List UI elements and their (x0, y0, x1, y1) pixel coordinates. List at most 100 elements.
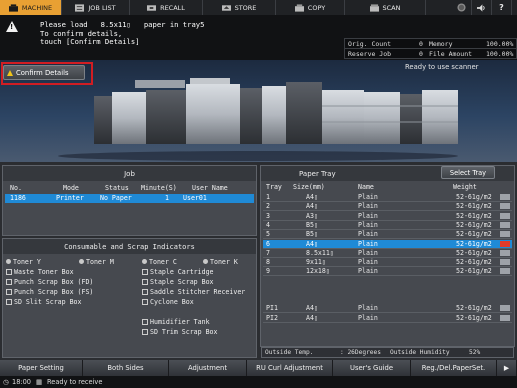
indicator-toner-c: Toner C (142, 257, 177, 266)
paper-level-icon (500, 268, 510, 275)
file-amount-value: 100.00% (486, 50, 514, 58)
tray-size: B5▯ (306, 230, 318, 239)
message-line: touch [Confirm Details] (40, 37, 140, 47)
outside-humidity-label: Outside Humidity (390, 349, 450, 356)
tray-weight: 52-61g/m2 (456, 193, 492, 201)
tray-row[interactable]: 9 12x18▯ Plain 52-61g/m2 (263, 267, 512, 277)
tray-row[interactable]: 6 A4▯ Plain 52-61g/m2 (263, 239, 512, 249)
paper-level-icon (500, 314, 510, 321)
tab-label: STORE (234, 3, 257, 12)
tray-size: 9x11▯ (306, 258, 326, 267)
tray-row[interactable]: 2 A4▯ Plain 52-61g/m2 (263, 202, 512, 212)
indicator-sd-slit: SD Slit Scrap Box (6, 297, 82, 306)
tab-recall[interactable]: RECALL (130, 0, 203, 15)
machine-icon (8, 3, 18, 12)
tray-weight: 52-61g/m2 (456, 230, 492, 239)
indicator-punch-fs: Punch Scrap Box (FS) (6, 287, 93, 296)
scrap-box-icon (142, 328, 148, 335)
ru-curl-adjustment-button[interactable]: RU Curl Adjustment (247, 360, 333, 376)
tray-weight: 52-61g/m2 (456, 202, 492, 211)
indicator-label: Toner Y (13, 257, 41, 266)
tray-column-headers: Tray Size(mm) Name Weight (266, 183, 511, 192)
tab-copy[interactable]: COPY (276, 0, 345, 15)
job-row[interactable]: 1186 Printer No Paper 1 User01 (5, 194, 254, 203)
indicator-label: Punch Scrap Box (FS) (14, 287, 94, 296)
reg-del-paperset-button[interactable]: Reg./Del.PaperSet. (411, 360, 497, 376)
tray-number: 5 (266, 230, 270, 239)
tray-row[interactable]: 7 8.5x11▯ Plain 52-61g/m2 (263, 249, 512, 258)
indicator-label: Toner C (149, 257, 177, 266)
tab-label: RECALL (160, 3, 185, 12)
tray-paper-name: Plain (358, 248, 378, 257)
tab-store[interactable]: STORE (203, 0, 276, 15)
col-no: No. (10, 184, 22, 192)
orig-count-value: 0 (419, 39, 423, 48)
paper-level-icon (500, 203, 510, 210)
col-weight: Weight (453, 183, 477, 191)
paper-level-icon (500, 259, 510, 266)
button-label: Adjustment (187, 364, 228, 372)
status-bar: ◷ 18:00 ▦ Ready to receive (0, 376, 517, 388)
tray-weight: 52-61g/m2 (456, 220, 492, 229)
confirm-details-button[interactable]: Confirm Details (3, 65, 85, 80)
tab-spacer (426, 0, 452, 15)
punch-icon (6, 288, 12, 295)
tray-row[interactable]: PI1 A4▯ Plain 52-61g/m2 (263, 304, 512, 313)
volume-button[interactable] (472, 0, 492, 15)
tray-size: B5▯ (306, 220, 318, 229)
globe-icon (457, 3, 466, 12)
clock-icon: ◷ (3, 378, 9, 386)
tray-weight: 52-61g/m2 (456, 211, 492, 220)
tab-label: COPY (307, 3, 326, 12)
select-tray-button[interactable]: Select Tray (441, 166, 495, 179)
tab-scan[interactable]: SCAN (345, 0, 426, 15)
select-tray-label: Select Tray (449, 168, 487, 177)
indicator-sd-trim: SD Trim Scrap Box (142, 327, 218, 336)
indicator-label: Staple Scrap Box (150, 277, 214, 286)
paper-level-icon (500, 212, 510, 219)
tray-row[interactable]: 5 B5▯ Plain 52-61g/m2 (263, 230, 512, 240)
tray-size: A4▯ (306, 313, 318, 322)
tray-paper-name: Plain (358, 230, 378, 239)
tray-number: 6 (266, 239, 270, 248)
indicator-label: Waste Toner Box (14, 267, 74, 276)
tray-paper-name: Plain (358, 211, 378, 220)
button-label: RU Curl Adjustment (256, 364, 323, 372)
indicator-waste-toner: Waste Toner Box (6, 267, 74, 276)
tray-number: PI2 (266, 313, 278, 322)
help-button[interactable]: ? (492, 0, 512, 15)
tray-number: 2 (266, 202, 270, 211)
warning-icon (7, 69, 13, 76)
adjustment-button[interactable]: Adjustment (169, 360, 247, 376)
users-guide-button[interactable]: User's Guide (333, 360, 411, 376)
reserve-job-value: 0 (419, 50, 423, 58)
indicator-humidifier: Humidifier Tank (142, 317, 210, 326)
tray-row[interactable]: 4 B5▯ Plain 52-61g/m2 (263, 221, 512, 230)
job-user: User01 (183, 194, 207, 202)
tray-number: 1 (266, 193, 270, 201)
paper-level-icon (500, 194, 510, 200)
indicator-staple-scrap: Staple Scrap Box (142, 277, 214, 286)
volume-icon (477, 3, 485, 12)
outside-temp-value: : 26Degrees (340, 349, 381, 356)
staple-icon (142, 278, 148, 285)
outside-conditions: Outside Temp. : 26Degrees Outside Humidi… (261, 347, 514, 358)
next-page-button[interactable]: ▶ (497, 360, 517, 376)
tray-row[interactable]: 8 9x11▯ Plain 52-61g/m2 (263, 258, 512, 268)
tray-row[interactable]: 3 A3▯ Plain 52-61g/m2 (263, 212, 512, 221)
tray-size: A4▯ (306, 239, 318, 248)
tray-row[interactable]: 1 A4▯ Plain 52-61g/m2 (263, 193, 512, 202)
tray-paper-name: Plain (358, 304, 378, 312)
tab-machine[interactable]: MACHINE (0, 0, 62, 15)
job-column-headers: No. Mode Status Minute(S) User Name (10, 184, 255, 193)
col-user: User Name (192, 184, 228, 192)
both-sides-button[interactable]: Both Sides (83, 360, 169, 376)
tray-row[interactable]: PI2 A4▯ Plain 52-61g/m2 (263, 314, 512, 323)
paper-setting-button[interactable]: Paper Setting (0, 360, 83, 376)
tab-job-list[interactable]: JOB LIST (62, 0, 130, 15)
globe-button[interactable] (452, 0, 472, 15)
store-icon (221, 4, 231, 11)
tray-paper-name: Plain (358, 258, 378, 267)
indicator-label: Saddle Stitcher Receiver (150, 287, 246, 296)
indicator-label: Toner M (86, 257, 114, 266)
